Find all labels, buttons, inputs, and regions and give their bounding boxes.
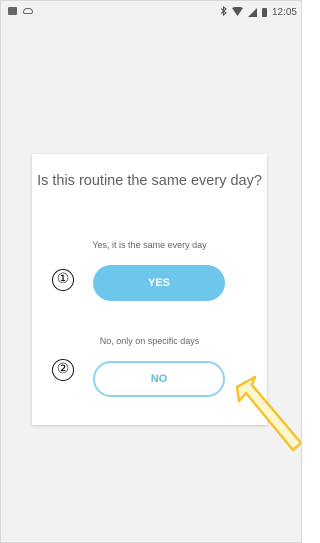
battery-icon xyxy=(261,8,267,17)
bluetooth-icon xyxy=(220,5,227,19)
dialog-question: Is this routine the same every day? xyxy=(37,173,262,189)
cloud-icon xyxy=(23,8,33,14)
annotation-marker-2: ② xyxy=(52,359,74,381)
status-left xyxy=(8,7,33,15)
image-icon xyxy=(8,7,17,15)
status-time: 12:05 xyxy=(271,7,297,18)
annotation-arrow-icon xyxy=(235,375,301,452)
signal-icon xyxy=(247,8,257,17)
status-bar: 12:05 xyxy=(1,1,301,25)
no-button[interactable]: NO xyxy=(93,361,225,397)
phone-screen: 12:05 Is this routine the same every day… xyxy=(0,0,302,543)
yes-hint: Yes, it is the same every day xyxy=(92,240,207,250)
annotation-marker-1: ① xyxy=(52,269,74,291)
no-hint: No, only on specific days xyxy=(99,336,200,346)
status-right: 12:05 xyxy=(220,5,297,19)
wifi-icon xyxy=(231,6,243,19)
yes-button[interactable]: YES xyxy=(93,265,225,301)
